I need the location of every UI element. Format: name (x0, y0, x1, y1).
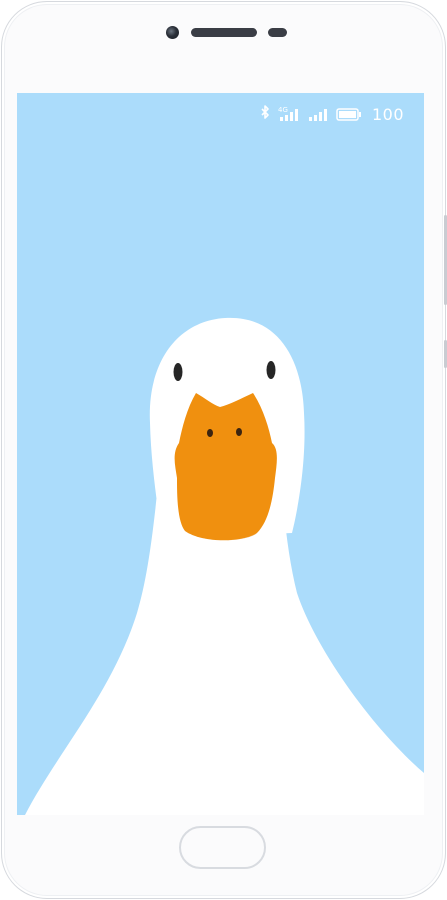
proximity-sensor (268, 28, 287, 37)
network-type-label: 4G (278, 106, 288, 114)
earpiece-speaker (191, 28, 257, 37)
signal-4g-icon: 4G (278, 106, 298, 121)
duck-wallpaper (25, 317, 424, 815)
signal-icon (308, 109, 327, 121)
battery-percentage: 100 (371, 104, 404, 124)
duck-right-eye (266, 361, 276, 379)
duck-left-eye (173, 363, 183, 381)
home-button[interactable] (179, 826, 266, 869)
duck-left-nostril (207, 429, 213, 437)
battery-icon (336, 108, 361, 121)
front-camera (166, 26, 179, 39)
duck-right-nostril (236, 428, 242, 436)
bluetooth-icon (261, 105, 269, 119)
phone-screen[interactable]: 4G 100 (17, 93, 424, 815)
status-bar: 4G 100 (17, 93, 424, 135)
phone-device: 4G 100 (0, 0, 447, 900)
duck-beak (174, 393, 277, 541)
